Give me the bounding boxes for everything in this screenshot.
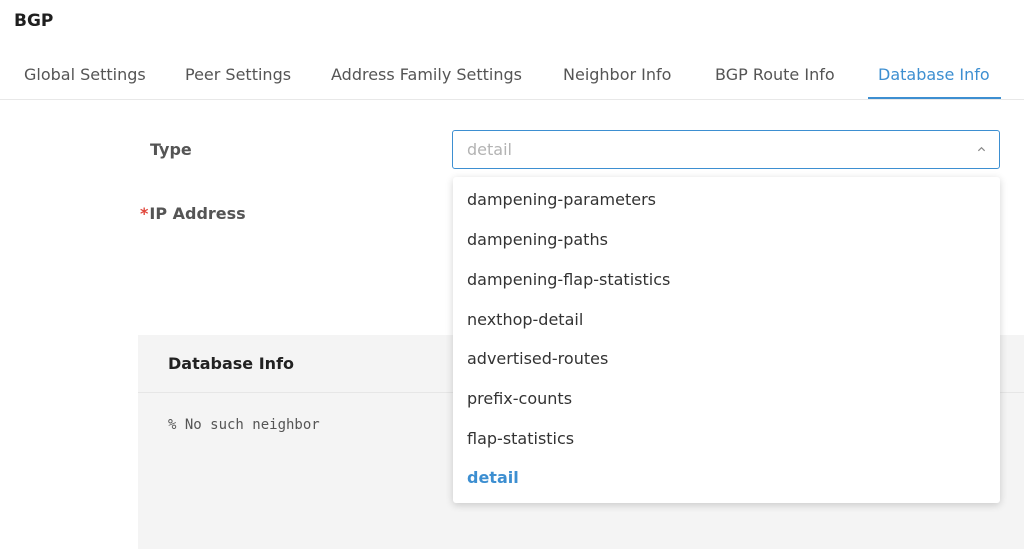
dropdown-option[interactable]: flap-statistics xyxy=(467,429,574,448)
tab-bar: Global Settings Peer Settings Address Fa… xyxy=(0,50,1024,100)
tab-peer-settings[interactable]: Peer Settings xyxy=(185,65,291,84)
panel-title: Database Info xyxy=(168,354,295,373)
chevron-up-icon xyxy=(977,146,986,152)
active-tab-indicator xyxy=(868,97,1001,99)
tab-address-family-settings[interactable]: Address Family Settings xyxy=(331,65,522,84)
tab-database-info[interactable]: Database Info xyxy=(878,65,990,84)
dropdown-option-selected[interactable]: detail xyxy=(467,468,519,487)
dropdown-option[interactable]: dampening-paths xyxy=(467,230,608,249)
dropdown-option[interactable]: dampening-flap-statistics xyxy=(467,270,670,289)
type-dropdown-menu: dampening-parameters dampening-paths dam… xyxy=(453,177,1000,503)
dropdown-option[interactable]: advertised-routes xyxy=(467,349,608,368)
tab-neighbor-info[interactable]: Neighbor Info xyxy=(563,65,671,84)
dropdown-option[interactable]: nexthop-detail xyxy=(467,310,583,329)
type-label: Type xyxy=(150,140,192,159)
panel-output: % No such neighbor xyxy=(168,417,320,433)
page-title: BGP xyxy=(14,11,54,31)
tab-bgp-route-info[interactable]: BGP Route Info xyxy=(715,65,835,84)
ip-address-label: IP Address xyxy=(149,204,246,223)
required-mark: * xyxy=(140,204,149,223)
type-select-value: detail xyxy=(467,140,512,159)
dropdown-option[interactable]: dampening-parameters xyxy=(467,190,656,209)
tab-global-settings[interactable]: Global Settings xyxy=(24,65,146,84)
type-select[interactable]: detail xyxy=(452,130,1000,169)
ip-address-label-row: *IP Address xyxy=(140,204,246,223)
dropdown-option[interactable]: prefix-counts xyxy=(467,389,572,408)
